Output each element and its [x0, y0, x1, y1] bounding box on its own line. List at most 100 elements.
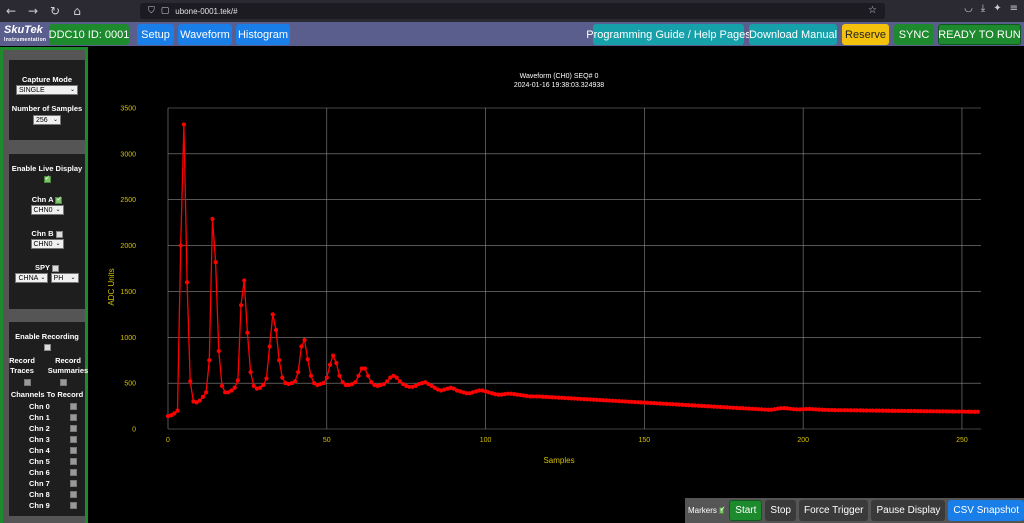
setup-button[interactable]: Setup: [137, 24, 174, 45]
channel-checkbox[interactable]: [70, 447, 77, 454]
live-display-panel: Enable Live Display Chn A CHN0 ⌄ Chn B C…: [9, 154, 85, 309]
data-point: [188, 379, 193, 384]
data-point: [327, 362, 333, 367]
live-display-checkbox[interactable]: [43, 174, 51, 183]
markers-checkbox[interactable]: [718, 505, 726, 514]
y-tick-label: 2000: [120, 243, 136, 250]
channel-row: Chn 1: [29, 413, 77, 422]
chn-b-checkbox[interactable]: [55, 230, 63, 238]
recording-label: Enable Recording: [15, 332, 79, 341]
data-point: [184, 280, 190, 285]
chn-a-select[interactable]: CHN0 ⌄: [30, 205, 64, 215]
x-tick-label: 0: [166, 437, 170, 444]
num-samples-select[interactable]: 256 ⌄: [33, 115, 61, 125]
channel-checkbox[interactable]: [70, 458, 77, 465]
chevron-down-icon: ⌄: [55, 241, 61, 247]
channel-checkbox[interactable]: [70, 491, 77, 498]
record-traces-checkbox[interactable]: [24, 379, 31, 386]
control-bar: Markers Start Stop Force Trigger Pause D…: [685, 498, 1024, 523]
histogram-button[interactable]: Histogram: [236, 24, 290, 45]
data-point: [257, 385, 263, 390]
recording-checkbox[interactable]: [43, 343, 51, 351]
capture-mode-select[interactable]: SINGLE ⌄: [16, 85, 78, 95]
channel-checkbox[interactable]: [70, 425, 77, 432]
stop-button[interactable]: Stop: [765, 500, 796, 521]
num-samples-value: 256: [36, 117, 48, 124]
channel-checkbox[interactable]: [70, 403, 77, 410]
spy-channel-select[interactable]: CHNA ⌄: [15, 273, 49, 283]
data-point: [394, 375, 399, 380]
channel-row: Chn 4: [29, 446, 77, 455]
spy-mode-select[interactable]: PH ⌄: [50, 273, 79, 283]
channel-label: Chn 8: [29, 490, 50, 499]
data-point: [261, 382, 266, 388]
data-point: [302, 337, 307, 343]
channel-checkbox[interactable]: [70, 480, 77, 487]
channel-row: Chn 0: [29, 402, 77, 411]
forward-icon[interactable]: →: [22, 4, 44, 18]
y-axis-label: ADC Units: [107, 268, 116, 305]
pocket-icon[interactable]: ◡: [964, 3, 973, 14]
extensions-icon[interactable]: ✦: [993, 3, 1001, 14]
spy-checkbox[interactable]: [51, 264, 59, 272]
reload-icon[interactable]: ↻: [44, 4, 66, 18]
download-icon[interactable]: ⤓: [981, 3, 985, 14]
status-badge: READY TO RUN: [938, 24, 1021, 45]
channel-row: Chn 7: [29, 479, 77, 488]
data-point: [216, 348, 221, 354]
data-point: [299, 344, 304, 349]
chn-b-value: CHN0: [33, 241, 53, 248]
channel-label: Chn 7: [29, 479, 50, 488]
home-icon[interactable]: ⌂: [66, 4, 88, 18]
pause-display-button[interactable]: Pause Display: [871, 500, 946, 521]
chart-subtitle: 2024-01-16 19:38:03.324938: [514, 82, 604, 89]
address-bar[interactable]: ⛉ ▢ ubone-0001.tek/# ☆: [140, 3, 885, 19]
start-button[interactable]: Start: [729, 500, 763, 521]
channel-label: Chn 1: [29, 413, 50, 422]
channel-checkbox[interactable]: [70, 469, 77, 476]
record-summaries-checkbox[interactable]: [60, 379, 67, 386]
data-point: [292, 379, 298, 384]
channel-checkbox[interactable]: [70, 436, 77, 443]
y-tick-label: 3000: [120, 151, 136, 158]
capture-panel: Capture Mode SINGLE ⌄ Number of Samples …: [9, 60, 85, 140]
data-point: [340, 380, 345, 385]
data-point: [381, 381, 387, 387]
waveform-button[interactable]: Waveform: [178, 24, 232, 45]
channel-label: Chn 4: [29, 446, 50, 455]
chn-a-value: CHN0: [33, 207, 53, 214]
data-point: [251, 383, 256, 388]
star-icon[interactable]: ☆: [868, 5, 877, 16]
channel-checkbox[interactable]: [70, 502, 77, 509]
channel-row: Chn 6: [29, 468, 77, 477]
back-icon[interactable]: ←: [0, 4, 22, 18]
data-point: [369, 380, 374, 385]
data-point: [213, 259, 218, 265]
data-point: [975, 409, 980, 414]
sync-button[interactable]: SYNC: [894, 24, 934, 45]
url-text: ubone-0001.tek/#: [175, 6, 238, 16]
programming-guide-button[interactable]: Programming Guide / Help Pages: [586, 24, 751, 45]
data-point: [337, 373, 342, 378]
chn-a-checkbox[interactable]: [55, 195, 63, 204]
download-manual-button[interactable]: Download Manual: [749, 24, 837, 45]
num-samples-label: Number of Samples: [11, 104, 83, 113]
force-trigger-button[interactable]: Force Trigger: [799, 500, 869, 521]
spy-channel-value: CHNA: [18, 275, 39, 282]
record-traces-label: Record Traces: [9, 356, 35, 375]
chn-b-select[interactable]: CHN0 ⌄: [30, 239, 64, 249]
data-point: [277, 358, 282, 363]
y-tick-label: 1500: [120, 289, 136, 296]
channel-label: Chn 9: [29, 501, 50, 510]
csv-snapshot-button[interactable]: CSV Snapshot: [948, 500, 1024, 521]
channel-label: Chn 6: [29, 468, 50, 477]
chevron-down-icon: ⌄: [70, 275, 76, 281]
chevron-down-icon: ⌄: [52, 117, 58, 123]
channel-row: Chn 5: [29, 457, 77, 466]
data-point: [219, 383, 225, 388]
reserve-button[interactable]: Reserve: [842, 24, 889, 45]
channel-checkbox[interactable]: [70, 414, 77, 421]
menu-icon[interactable]: ≡: [1010, 3, 1018, 14]
y-tick-label: 1000: [120, 335, 136, 342]
chevron-down-icon: ⌄: [69, 87, 75, 93]
